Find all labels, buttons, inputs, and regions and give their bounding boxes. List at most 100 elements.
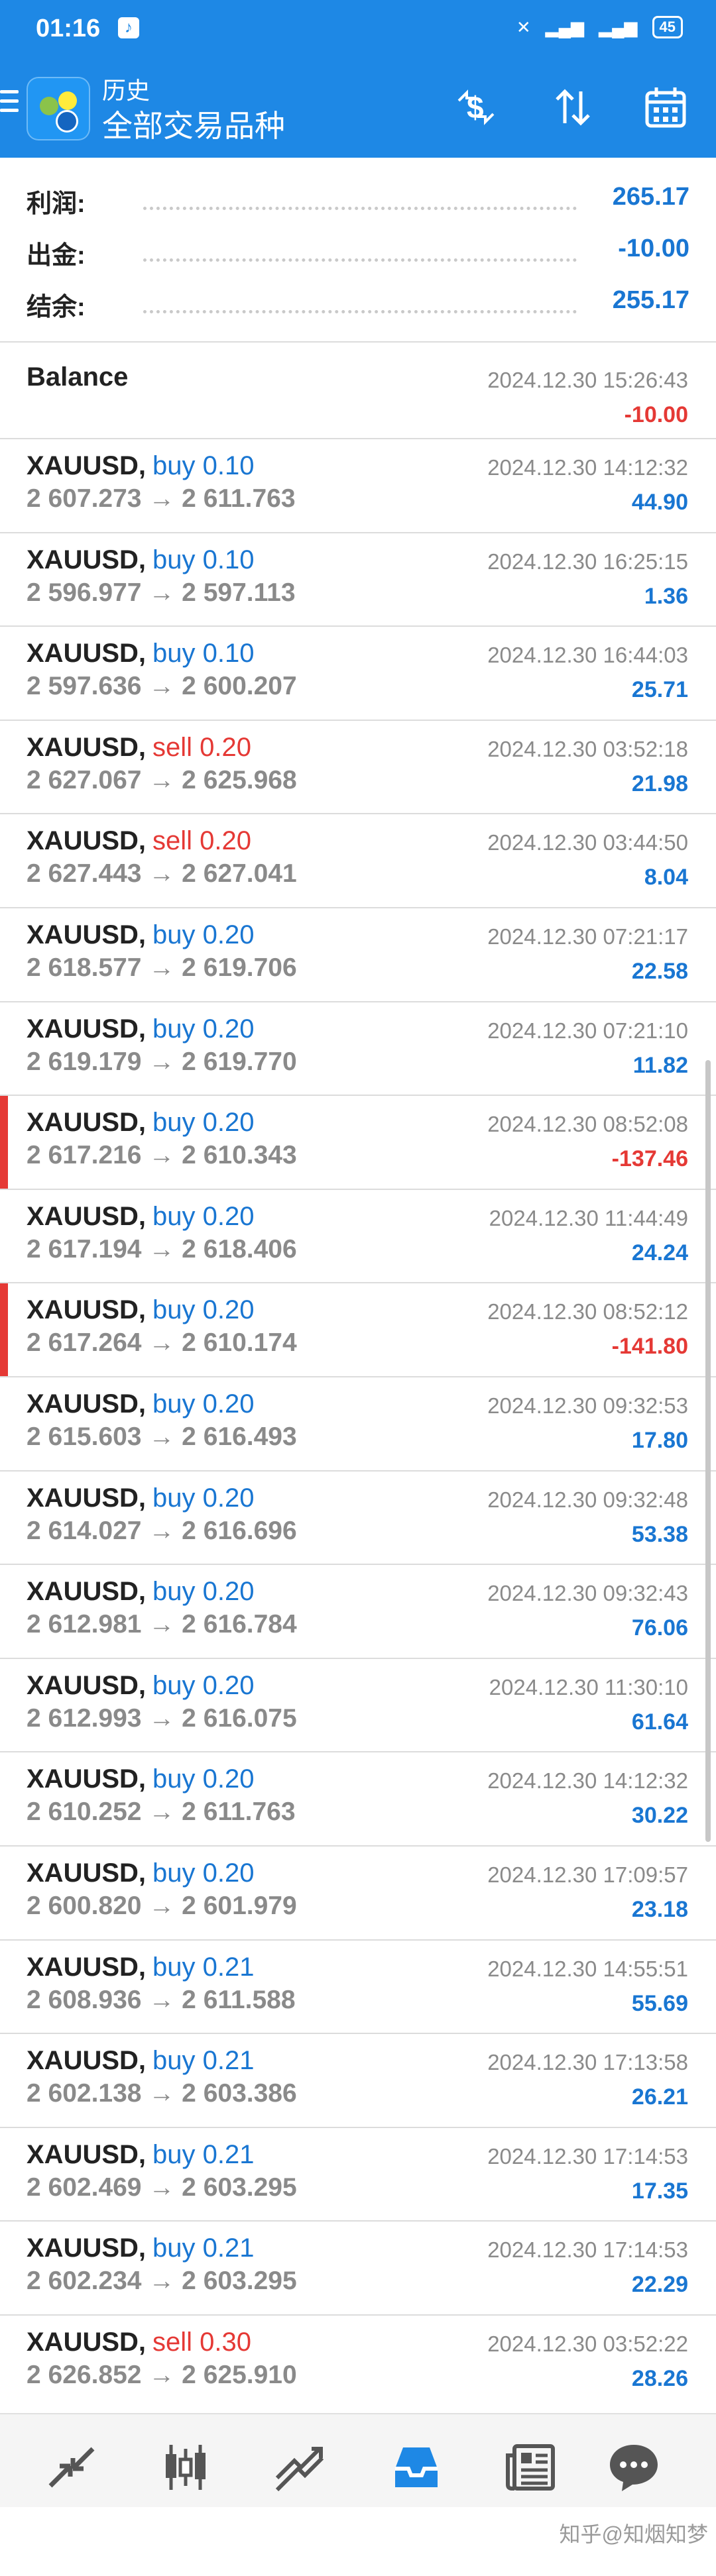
deal-prices: 2 596.977 → 2 597.113 bbox=[27, 578, 296, 607]
deal-profit: 30.22 bbox=[631, 1803, 688, 1829]
dollar-switch-icon[interactable]: $ bbox=[452, 83, 500, 131]
status-time: 01:16 bbox=[36, 15, 101, 42]
deal-symbol: XAUUSD, bbox=[27, 1483, 147, 1513]
app-bar: 历史 全部交易品种 $ bbox=[0, 60, 716, 158]
deal-datetime: 2024.12.30 17:09:57 bbox=[487, 1862, 688, 1887]
deal-row[interactable]: XAUUSD, buy 0.20 2 615.603 → 2 616.493 2024… bbox=[0, 1376, 716, 1472]
deal-row[interactable]: XAUUSD, sell 0.20 2 627.443 → 2 627.041 202… bbox=[0, 813, 716, 908]
deal-profit: 25.71 bbox=[631, 677, 688, 703]
deal-row[interactable]: XAUUSD, buy 0.10 2 596.977 → 2 597.113 2024… bbox=[0, 531, 716, 627]
deal-datetime: 2024.12.30 07:21:17 bbox=[487, 924, 688, 949]
deal-row[interactable]: XAUUSD, buy 0.21 2 602.138 → 2 603.386 2024… bbox=[0, 2033, 716, 2128]
deal-row[interactable]: XAUUSD, buy 0.21 2 602.469 → 2 603.295 2024… bbox=[0, 2126, 716, 2222]
sort-icon[interactable] bbox=[549, 83, 597, 131]
deal-prices: 2 617.194 → 2 618.406 bbox=[27, 1234, 297, 1263]
deal-row[interactable]: XAUUSD, buy 0.20 2 614.027 → 2 616.696 2024… bbox=[0, 1470, 716, 1566]
deal-row[interactable]: XAUUSD, buy 0.20 2 610.252 → 2 611.763 2024… bbox=[0, 1751, 716, 1847]
deal-profit: 22.58 bbox=[631, 959, 688, 984]
page-subtitle: 历史 bbox=[102, 77, 150, 104]
balance-amount: -10.00 bbox=[624, 402, 688, 427]
deal-row[interactable]: XAUUSD, buy 0.20 2 619.179 → 2 619.770 2024… bbox=[0, 1000, 716, 1097]
deal-profit: 76.06 bbox=[631, 1615, 688, 1641]
deal-prices: 2 617.216 → 2 610.343 bbox=[27, 1141, 297, 1170]
deal-prices: 2 602.469 → 2 603.295 bbox=[27, 2173, 297, 2202]
deal-prices: 2 614.027 → 2 616.696 bbox=[27, 1516, 297, 1545]
scrollbar[interactable] bbox=[705, 1060, 711, 1842]
deal-datetime: 2024.12.30 14:12:32 bbox=[487, 455, 688, 480]
mute-icon: ✕ bbox=[516, 17, 531, 37]
summary-panel: 利润: 265.17 出金: -10.00 结余: 255.17 bbox=[0, 174, 716, 339]
deal-prices: 2 627.443 → 2 627.041 bbox=[27, 859, 297, 888]
deal-datetime: 2024.12.30 17:13:58 bbox=[487, 2050, 688, 2075]
deal-profit: 17.80 bbox=[631, 1428, 688, 1453]
deal-symbol-line: XAUUSD, buy 0.10 bbox=[27, 639, 255, 669]
deal-row[interactable]: XAUUSD, sell 0.20 2 627.067 → 2 625.968 202… bbox=[0, 719, 716, 815]
chart-icon[interactable] bbox=[158, 2440, 213, 2495]
deal-prices: 2 626.852 → 2 625.910 bbox=[27, 2361, 297, 2389]
deal-profit: 24.24 bbox=[631, 1240, 688, 1265]
deal-row[interactable]: XAUUSD, buy 0.10 2 607.273 → 2 611.763 2024… bbox=[0, 438, 716, 533]
deal-side: buy 0.20 bbox=[152, 1858, 255, 1888]
chat-icon[interactable] bbox=[606, 2440, 662, 2495]
deal-side: sell 0.30 bbox=[152, 2328, 252, 2357]
tiktok-icon: ♪ bbox=[118, 17, 139, 38]
page-title[interactable]: 全部交易品种 bbox=[102, 102, 285, 146]
deal-row[interactable]: XAUUSD, buy 0.10 2 597.636 → 2 600.207 2024… bbox=[0, 625, 716, 721]
deal-symbol-line: XAUUSD, buy 0.21 bbox=[27, 1953, 255, 1982]
deal-symbol-line: XAUUSD, buy 0.21 bbox=[27, 2140, 255, 2170]
deal-prices: 2 608.936 → 2 611.588 bbox=[27, 1985, 296, 2014]
deal-symbol: XAUUSD, bbox=[27, 1952, 147, 1982]
deal-datetime: 2024.12.30 16:25:15 bbox=[487, 549, 688, 574]
deal-side: buy 0.10 bbox=[152, 639, 255, 669]
deal-side: buy 0.10 bbox=[152, 545, 255, 574]
deal-prices: 2 602.138 → 2 603.386 bbox=[27, 2079, 297, 2108]
deal-symbol: XAUUSD, bbox=[27, 1670, 147, 1700]
summary-value: 265.17 bbox=[612, 183, 689, 211]
deal-side: buy 0.21 bbox=[152, 2139, 255, 2169]
deal-side: buy 0.20 bbox=[152, 1295, 255, 1325]
deal-side: buy 0.20 bbox=[152, 920, 255, 949]
deal-profit: 22.29 bbox=[631, 2272, 688, 2298]
deal-row[interactable]: XAUUSD, buy 0.20 2 600.820 → 2 601.979 2024… bbox=[0, 1845, 716, 1941]
deal-symbol-line: XAUUSD, buy 0.20 bbox=[27, 1202, 255, 1232]
deal-side: buy 0.20 bbox=[152, 1014, 255, 1044]
deal-symbol: XAUUSD, bbox=[27, 2046, 147, 2076]
trade-icon[interactable] bbox=[272, 2440, 328, 2495]
calendar-icon[interactable] bbox=[642, 83, 689, 131]
deal-row[interactable]: XAUUSD, buy 0.20 2 612.993 → 2 616.075 2024… bbox=[0, 1657, 716, 1753]
menu-icon[interactable] bbox=[0, 90, 19, 122]
balance-row[interactable]: Balance 2024.12.30 15:26:43 -10.00 bbox=[0, 341, 716, 439]
deal-profit: 53.38 bbox=[631, 1521, 688, 1547]
deal-symbol-line: XAUUSD, buy 0.10 bbox=[27, 451, 255, 481]
deal-symbol-line: XAUUSD, sell 0.20 bbox=[27, 826, 251, 856]
deal-row[interactable]: XAUUSD, buy 0.20 2 612.981 → 2 616.784 2024… bbox=[0, 1564, 716, 1659]
deal-row[interactable]: XAUUSD, buy 0.20 2 618.577 → 2 619.706 2024… bbox=[0, 907, 716, 1002]
deal-prices: 2 612.981 → 2 616.784 bbox=[27, 1610, 297, 1639]
deal-symbol: XAUUSD, bbox=[27, 2139, 147, 2169]
deal-symbol-line: XAUUSD, buy 0.20 bbox=[27, 1577, 255, 1607]
summary-value: -10.00 bbox=[618, 235, 689, 262]
deal-prices: 2 597.636 → 2 600.207 bbox=[27, 672, 297, 701]
quotes-icon[interactable] bbox=[44, 2440, 99, 2495]
deal-symbol: XAUUSD, bbox=[27, 1295, 147, 1325]
deal-row[interactable]: XAUUSD, sell 0.30 2 626.852 → 2 625.910 202… bbox=[0, 2314, 716, 2410]
deal-row[interactable]: XAUUSD, buy 0.20 2 617.216 → 2 610.343 2024… bbox=[0, 1095, 716, 1190]
deal-datetime: 2024.12.30 03:44:50 bbox=[487, 830, 688, 855]
deal-side: sell 0.20 bbox=[152, 826, 252, 856]
deal-row[interactable]: XAUUSD, buy 0.21 2 608.936 → 2 611.588 2024… bbox=[0, 1939, 716, 2035]
deal-symbol: XAUUSD, bbox=[27, 826, 147, 856]
deal-profit: 21.98 bbox=[631, 771, 688, 796]
deal-symbol: XAUUSD, bbox=[27, 545, 147, 574]
deal-datetime: 2024.12.30 14:12:32 bbox=[487, 1768, 688, 1794]
dotted-leader bbox=[143, 258, 577, 262]
summary-profit-row: 利润: 265.17 bbox=[27, 183, 689, 223]
deal-symbol: XAUUSD, bbox=[27, 639, 147, 669]
history-icon[interactable] bbox=[388, 2440, 444, 2495]
watermark: 知乎@知烟知梦 bbox=[559, 2522, 709, 2546]
news-icon[interactable] bbox=[503, 2440, 558, 2495]
deal-prices: 2 618.577 → 2 619.706 bbox=[27, 953, 297, 982]
deal-row[interactable]: XAUUSD, buy 0.20 2 617.194 → 2 618.406 2024… bbox=[0, 1188, 716, 1284]
deal-row[interactable]: XAUUSD, buy 0.20 2 617.264 → 2 610.174 2024… bbox=[0, 1282, 716, 1377]
deal-row[interactable]: XAUUSD, buy 0.21 2 602.234 → 2 603.295 2024… bbox=[0, 2220, 716, 2316]
deal-symbol-line: XAUUSD, buy 0.20 bbox=[27, 1764, 255, 1794]
